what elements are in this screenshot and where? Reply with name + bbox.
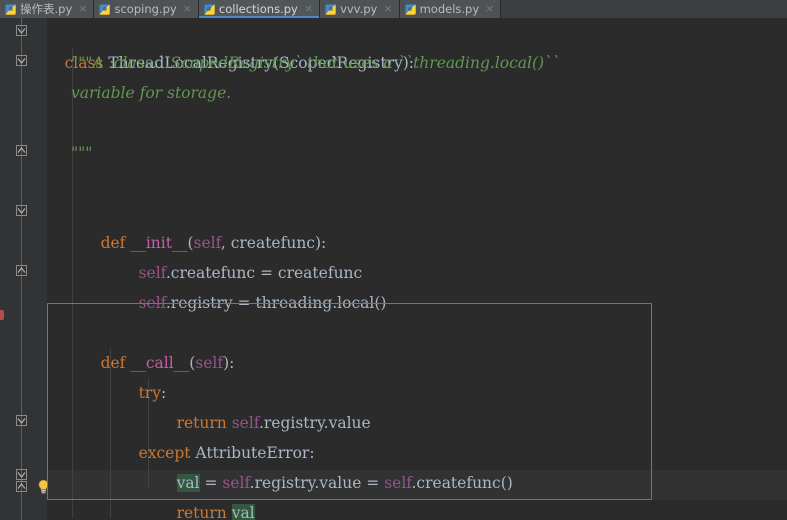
fold-marker-expanded[interactable]	[13, 22, 30, 39]
code-line-assign-createfunc: self.createfunc = createfunc	[109, 228, 363, 282]
code-line-init-def: def __init__(self, createfunc):	[71, 198, 327, 252]
python-file-icon	[203, 3, 215, 15]
editor-tab-scoping[interactable]: scoping.py ×	[94, 0, 199, 18]
editor-tab-models[interactable]: models.py ×	[399, 0, 502, 18]
code-line-call-def: def __call__(self):	[71, 318, 235, 372]
variable-val: val	[231, 504, 255, 520]
python-file-icon	[99, 3, 111, 15]
editor-tab-vvv[interactable]: vvv.py ×	[320, 0, 400, 18]
python-file-icon	[404, 3, 416, 15]
python-file-icon	[325, 3, 337, 15]
change-marker	[0, 310, 4, 320]
attribute-chain: .registry.value =	[249, 474, 385, 492]
editor-tab-bar: 操作表.py × scoping.py × collections.py × v…	[0, 0, 787, 19]
close-icon[interactable]: ×	[183, 0, 192, 18]
fold-marker-expanded[interactable]	[13, 412, 30, 429]
tab-label: vvv.py	[340, 2, 378, 16]
param-self: self	[195, 354, 224, 372]
editor-gutter[interactable]	[0, 18, 49, 520]
code-line-docstring-1: """A :class:`.ScopedRegistry` that uses …	[71, 54, 560, 72]
code-line-except: except AttributeError:	[109, 408, 315, 462]
code-line-return-registry-value: return self.registry.value	[147, 378, 371, 432]
close-icon[interactable]: ×	[78, 0, 87, 18]
code-line-docstring-2: variable for storage.	[71, 84, 232, 102]
fold-marker-collapsed[interactable]	[13, 142, 30, 159]
code-line-try: try:	[109, 348, 167, 402]
fold-marker-expanded[interactable]	[13, 202, 30, 219]
self-keyword: self	[384, 474, 412, 492]
editor-window: 操作表.py × scoping.py × collections.py × v…	[0, 0, 787, 520]
fold-marker-collapsed[interactable]	[13, 262, 30, 279]
code-line-assign-val: val = self.registry.value = self.createf…	[147, 438, 513, 492]
value-threading-local: threading.local()	[255, 294, 387, 312]
tab-label: 操作表.py	[20, 2, 73, 16]
self-keyword: self	[138, 294, 166, 312]
tab-label: models.py	[419, 2, 480, 16]
editor-tab-collections[interactable]: collections.py ×	[198, 0, 321, 18]
python-file-icon	[5, 3, 16, 15]
createfunc-call: .createfunc()	[411, 474, 513, 492]
colon: :	[229, 354, 235, 372]
editor-tab-操作表[interactable]: 操作表.py ×	[0, 0, 95, 18]
code-line-docstring-close: """	[71, 144, 93, 162]
fold-marker-collapsed[interactable]	[13, 478, 30, 495]
fold-marker-expanded[interactable]	[13, 52, 30, 69]
close-icon[interactable]: ×	[383, 0, 392, 18]
code-line-assign-registry: self.registry = threading.local()	[109, 258, 387, 312]
code-line-return-val: return val	[147, 468, 255, 520]
close-icon[interactable]: ×	[485, 0, 494, 18]
keyword-return: return	[176, 504, 227, 520]
code-line-class-def: class ThreadLocalRegistry(ScopedRegistry…	[47, 18, 414, 72]
attribute-registry: registry	[170, 294, 233, 312]
assign-operator: =	[232, 294, 256, 312]
tab-label: scoping.py	[114, 2, 177, 16]
code-editor-area[interactable]: class ThreadLocalRegistry(ScopedRegistry…	[47, 18, 787, 520]
